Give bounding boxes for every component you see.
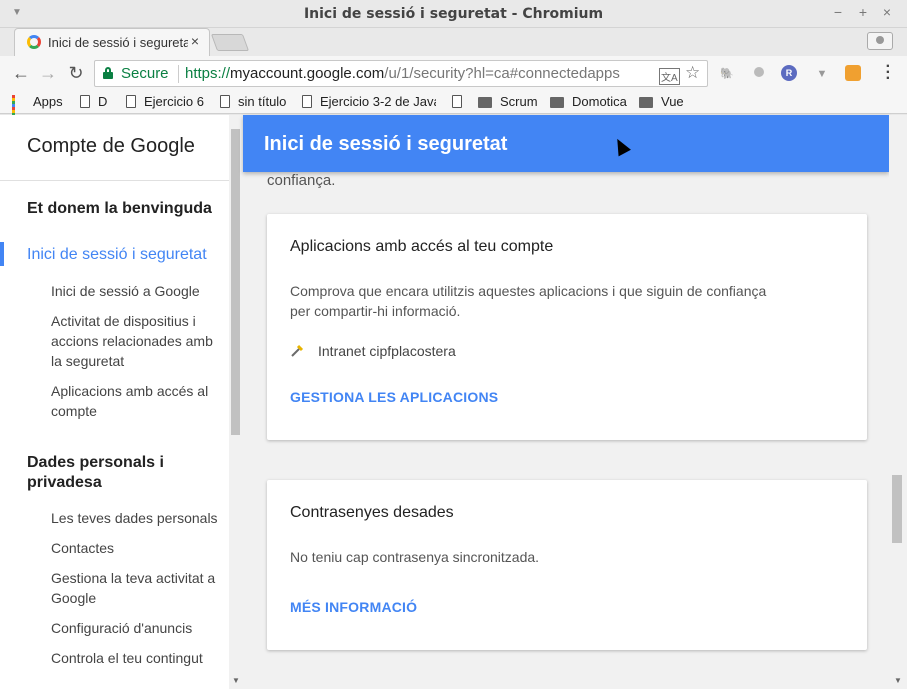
app-key-icon bbox=[290, 344, 304, 358]
address-bar[interactable]: Secure https://myaccount.google.com/u/1/… bbox=[94, 60, 708, 87]
connected-apps-card: Aplicacions amb accés al teu compte Comp… bbox=[267, 214, 867, 440]
bookmark-folder-domotica[interactable]: Domotica bbox=[550, 94, 627, 109]
sidebar-subitem-contacts[interactable]: Contactes bbox=[51, 538, 221, 558]
sidebar-subitem-connected-apps[interactable]: Aplicacions amb accés al compte bbox=[51, 381, 221, 421]
manage-apps-link[interactable]: GESTIONA LES APLICACIONS bbox=[290, 389, 498, 405]
browser-toolbar: ← → ↻ Secure https://myaccount.google.co… bbox=[0, 56, 907, 90]
more-info-link[interactable]: MÉS INFORMACIÓ bbox=[290, 599, 417, 615]
apps-grid-icon bbox=[12, 95, 25, 122]
page-content: Compte de Google Et donem la benvinguda … bbox=[0, 115, 907, 689]
tab-strip: Inici de sessió i seguretat × bbox=[0, 28, 907, 56]
omnibox-divider bbox=[178, 65, 179, 83]
bookmark-star-icon[interactable]: ☆ bbox=[685, 63, 700, 83]
sidebar-subitem-personal-info[interactable]: Les teves dades personals bbox=[51, 508, 221, 528]
translate-icon[interactable]: 文A bbox=[659, 68, 680, 85]
window-title: Inici de sessió i seguretat - Chromium bbox=[303, 6, 604, 22]
bookmark-untitled[interactable] bbox=[452, 94, 470, 109]
lock-icon bbox=[103, 67, 113, 79]
sidebar-subitem-ads[interactable]: Configuració d'anuncis bbox=[51, 618, 221, 638]
back-button[interactable]: ← bbox=[9, 62, 33, 86]
folder-icon bbox=[550, 97, 564, 108]
folder-icon bbox=[478, 97, 492, 108]
r-extension-icon[interactable]: R bbox=[781, 65, 797, 81]
page-header: Inici de sessió i seguretat bbox=[243, 115, 889, 172]
document-icon bbox=[80, 95, 90, 108]
bookmark-folder-vue[interactable]: Vue bbox=[639, 94, 684, 109]
scroll-down-icon[interactable]: ▼ bbox=[232, 676, 240, 685]
sidebar-scrollbar-thumb[interactable] bbox=[231, 129, 240, 435]
evernote-extension-icon[interactable]: 🐘 bbox=[718, 65, 736, 83]
secure-label: Secure bbox=[121, 65, 169, 82]
chrome-menu-icon[interactable]: · · · bbox=[886, 59, 891, 87]
card-description: No teniu cap contrasenya sincronitzada. bbox=[290, 549, 540, 565]
tab-label: Inici de sessió i seguretat bbox=[48, 35, 188, 50]
document-icon bbox=[302, 95, 312, 108]
close-window-button[interactable]: × bbox=[878, 4, 896, 20]
account-sidebar: Compte de Google Et donem la benvinguda … bbox=[0, 115, 242, 689]
extension-circle-icon[interactable] bbox=[750, 65, 768, 83]
active-indicator bbox=[0, 242, 4, 266]
sidebar-item-welcome[interactable]: Et donem la benvinguda bbox=[27, 200, 212, 218]
sidebar-subitem-device-activity[interactable]: Activitat de dispositius i accions relac… bbox=[51, 311, 221, 371]
tab-close-icon[interactable]: × bbox=[191, 33, 199, 49]
bookmark-ejercicio-6[interactable]: Ejercicio 6 bbox=[126, 94, 204, 109]
sidebar-subitem-activity[interactable]: Gestiona la teva activitat a Google bbox=[51, 568, 221, 608]
bookmark-d[interactable]: D bbox=[80, 94, 107, 109]
reload-button[interactable]: ↻ bbox=[64, 62, 88, 86]
main-scrollbar[interactable]: ▼ bbox=[889, 115, 907, 689]
card-description: Comprova que encara utilitzis aquestes a… bbox=[290, 283, 767, 319]
connected-app-row: Intranet cipfplacostera bbox=[290, 343, 456, 359]
face-extension-icon[interactable] bbox=[845, 65, 861, 81]
sidebar-subitem-content[interactable]: Controla el teu contingut bbox=[51, 648, 221, 668]
saved-passwords-card: Contrasenyes desades No teniu cap contra… bbox=[267, 480, 867, 650]
vue-devtools-icon[interactable]: ▼ bbox=[813, 65, 831, 83]
document-icon bbox=[126, 95, 136, 108]
bookmark-folder-scrum[interactable]: Scrum bbox=[478, 94, 538, 109]
sidebar-brand[interactable]: Compte de Google bbox=[27, 135, 195, 158]
sidebar-subitem-signin[interactable]: Inici de sessió a Google bbox=[51, 281, 221, 301]
bookmark-apps[interactable]: Apps bbox=[12, 94, 63, 122]
document-icon bbox=[452, 95, 462, 108]
window-titlebar: ▼ Inici de sessió i seguretat - Chromium… bbox=[0, 0, 907, 28]
forward-button[interactable]: → bbox=[36, 62, 60, 86]
bookmark-sin-titulo[interactable]: sin título bbox=[220, 94, 286, 109]
google-favicon-icon bbox=[27, 35, 41, 49]
card-title: Contrasenyes desades bbox=[290, 504, 454, 521]
sidebar-divider bbox=[0, 180, 229, 181]
scroll-down-icon[interactable]: ▼ bbox=[894, 676, 902, 685]
tab-active[interactable]: Inici de sessió i seguretat × bbox=[14, 28, 210, 56]
main-panel: confiança. Aplicacions amb accés al teu … bbox=[243, 115, 907, 689]
document-icon bbox=[220, 95, 230, 108]
sidebar-item-security[interactable]: Inici de sessió i seguretat bbox=[27, 246, 207, 264]
sidebar-item-privacy[interactable]: Dades personals i privadesa bbox=[27, 453, 197, 493]
new-tab-button[interactable] bbox=[210, 34, 250, 51]
previous-card-text: confiança. bbox=[267, 172, 336, 189]
maximize-button[interactable]: + bbox=[854, 4, 872, 20]
page-title: Inici de sessió i seguretat bbox=[264, 133, 508, 155]
card-title: Aplicacions amb accés al teu compte bbox=[290, 238, 554, 255]
minimize-button[interactable]: − bbox=[829, 4, 847, 20]
folder-icon bbox=[639, 97, 653, 108]
bookmark-ejercicio-3-2[interactable]: Ejercicio 3-2 de Java bbox=[302, 94, 436, 109]
main-scrollbar-thumb[interactable] bbox=[892, 475, 902, 543]
profile-icon[interactable] bbox=[867, 32, 893, 50]
url-text[interactable]: https://myaccount.google.com/u/1/securit… bbox=[185, 65, 620, 82]
sidebar-scrollbar[interactable]: ▼ bbox=[229, 115, 242, 689]
bookmarks-bar: Apps D Ejercicio 6 sin título Ejercicio … bbox=[0, 90, 907, 122]
